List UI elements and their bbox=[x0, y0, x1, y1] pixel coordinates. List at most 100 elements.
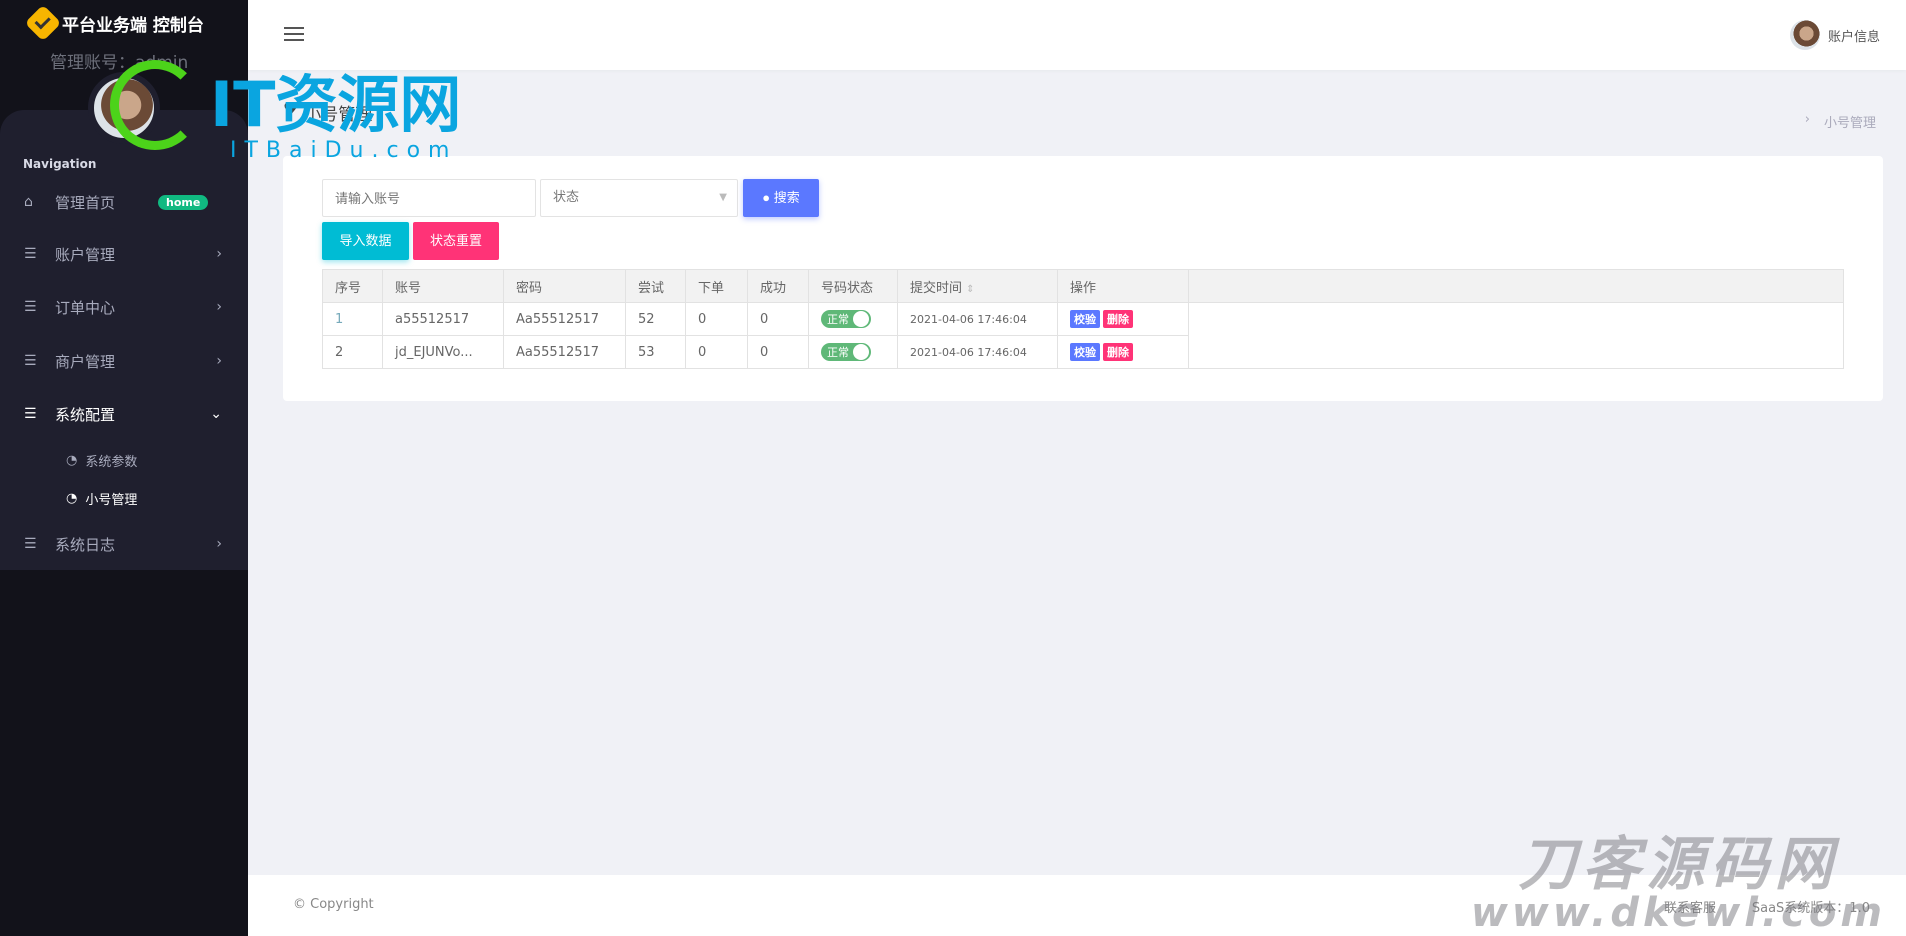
search-icon: ● bbox=[762, 190, 771, 205]
chevron-right-icon: › bbox=[216, 246, 222, 262]
column-header-empty bbox=[1188, 269, 1844, 303]
footer: © Copyright 联系客服 SaaS系统版本：1.0 bbox=[248, 875, 1906, 936]
column-header-sortable[interactable]: 提交时间 ⇕ bbox=[897, 269, 1058, 303]
sidebar-item-logs[interactable]: ☰ 系统日志 › bbox=[0, 524, 248, 564]
list-icon: ☰ bbox=[24, 299, 37, 315]
status-select-value: 状态 bbox=[553, 190, 580, 205]
list-icon: ☰ bbox=[24, 246, 37, 262]
verify-button[interactable]: 校验 bbox=[1070, 343, 1100, 361]
list-icon: ☰ bbox=[24, 406, 37, 422]
status-toggle[interactable]: 正常 bbox=[821, 343, 871, 361]
cell-no: 1 bbox=[322, 302, 383, 336]
cell-tries: 52 bbox=[625, 302, 686, 336]
user-sync-icon: ◔ bbox=[66, 491, 78, 506]
cell-success: 0 bbox=[747, 302, 809, 336]
toggle-knob bbox=[853, 311, 869, 327]
sidebar-item-label: 商户管理 bbox=[55, 352, 116, 371]
chevron-right-icon: › bbox=[216, 353, 222, 369]
cell-success: 0 bbox=[747, 335, 809, 369]
cell-orders: 0 bbox=[685, 302, 748, 336]
breadcrumb: › 小号管理 bbox=[1805, 112, 1876, 131]
column-header: 下单 bbox=[685, 269, 748, 303]
list-icon: ☰ bbox=[24, 536, 37, 552]
column-header: 序号 bbox=[322, 269, 383, 303]
cell-account: a55512517 bbox=[382, 302, 504, 336]
delete-button[interactable]: 删除 bbox=[1103, 343, 1133, 361]
sidebar-item-label: 系统日志 bbox=[55, 535, 116, 554]
search-button-label: 搜索 bbox=[773, 190, 800, 205]
contact-link[interactable]: 联系客服 bbox=[1664, 897, 1716, 916]
heart-icon: ♥ bbox=[283, 100, 299, 120]
column-header: 尝试 bbox=[625, 269, 686, 303]
avatar[interactable] bbox=[88, 72, 160, 144]
reset-status-button[interactable]: 状态重置 bbox=[413, 222, 499, 260]
column-header: 操作 bbox=[1057, 269, 1189, 303]
cell-password: Aa55512517 bbox=[503, 302, 626, 336]
sidebar-item-merchants[interactable]: ☰ 商户管理 › bbox=[0, 341, 248, 381]
chevron-right-icon: › bbox=[216, 299, 222, 315]
delete-button[interactable]: 删除 bbox=[1103, 310, 1133, 328]
copyright: © Copyright bbox=[293, 897, 374, 912]
account-search-input[interactable] bbox=[322, 179, 536, 217]
cell-no: 2 bbox=[322, 335, 383, 369]
cell-password: Aa55512517 bbox=[503, 335, 626, 369]
sidebar-subitem-accounts[interactable]: ◔ 小号管理 bbox=[66, 489, 137, 508]
column-header-label: 提交时间 bbox=[910, 280, 963, 296]
sidebar-item-orders[interactable]: ☰ 订单中心 › bbox=[0, 287, 248, 327]
sidebar-item-label: 账户管理 bbox=[55, 245, 116, 264]
admin-account: 管理账号：admin bbox=[50, 53, 189, 73]
account-menu[interactable]: 账户信息 bbox=[1789, 20, 1880, 50]
sidebar-subitem-label: 小号管理 bbox=[85, 493, 138, 508]
toggle-knob bbox=[853, 344, 869, 360]
sidebar: 平台业务端 控制台 管理账号：admin Navigation ⌂ 管理首页 hom… bbox=[0, 0, 248, 936]
cell-orders: 0 bbox=[685, 335, 748, 369]
accounts-table: 序号 账号 密码 尝试 下单 成功 号码状态 提交时间 ⇕ 操作 1 a5551… bbox=[322, 269, 1844, 369]
column-header: 密码 bbox=[503, 269, 626, 303]
home-icon: ⌂ bbox=[24, 194, 33, 210]
cell-tries: 53 bbox=[625, 335, 686, 369]
sidebar-subitem-label: 系统参数 bbox=[85, 455, 138, 470]
import-data-button[interactable]: 导入数据 bbox=[322, 222, 409, 260]
cell-actions: 校验 删除 bbox=[1057, 335, 1189, 369]
sidebar-item-label: 管理首页 bbox=[55, 193, 116, 212]
user-sync-icon: ◔ bbox=[66, 453, 78, 468]
column-header: 账号 bbox=[382, 269, 504, 303]
table-header-row: 序号 账号 密码 尝试 下单 成功 号码状态 提交时间 ⇕ 操作 bbox=[322, 269, 1844, 303]
cell-status: 正常 bbox=[808, 302, 898, 336]
list-icon: ☰ bbox=[24, 353, 37, 369]
status-toggle-label: 正常 bbox=[827, 346, 849, 359]
top-header: 账户信息 bbox=[248, 0, 1906, 70]
status-toggle[interactable]: 正常 bbox=[821, 310, 871, 328]
version-text: SaaS系统版本：1.0 bbox=[1751, 901, 1870, 916]
search-button[interactable]: ● 搜索 bbox=[743, 179, 819, 217]
page-title-text: 小号管理 bbox=[304, 105, 373, 125]
sort-icon[interactable]: ⇕ bbox=[966, 284, 974, 295]
sidebar-item-label: 系统配置 bbox=[55, 405, 116, 424]
cell-actions: 校验 删除 bbox=[1057, 302, 1189, 336]
sidebar-item-system-config[interactable]: ☰ 系统配置 ⌄ bbox=[0, 394, 248, 434]
sidebar-item-home[interactable]: ⌂ 管理首页 home bbox=[0, 182, 248, 222]
brand: 平台业务端 控制台 bbox=[24, 4, 204, 42]
sidebar-item-accounts[interactable]: ☰ 账户管理 › bbox=[0, 234, 248, 274]
nav-heading: Navigation bbox=[23, 157, 97, 171]
sidebar-item-label: 订单中心 bbox=[55, 298, 116, 317]
menu-toggle-icon[interactable] bbox=[284, 27, 304, 41]
avatar bbox=[1789, 20, 1820, 50]
home-badge: home bbox=[158, 194, 209, 210]
chevron-down-icon: ⌄ bbox=[210, 406, 222, 422]
verify-button[interactable]: 校验 bbox=[1070, 310, 1100, 328]
chevron-right-icon: › bbox=[216, 536, 222, 552]
status-select[interactable]: 状态 ▼ bbox=[540, 179, 738, 217]
cell-time: 2021-04-06 17:46:04 bbox=[897, 335, 1058, 369]
account-label: 账户信息 bbox=[1827, 29, 1880, 45]
sidebar-subitem-params[interactable]: ◔ 系统参数 bbox=[66, 451, 137, 470]
caret-down-icon: ▼ bbox=[719, 192, 727, 203]
page-title: ♥ 小号管理 bbox=[283, 100, 372, 125]
cell-status: 正常 bbox=[808, 335, 898, 369]
chevron-right-icon: › bbox=[1804, 112, 1810, 127]
logo-icon bbox=[24, 4, 62, 42]
breadcrumb-item[interactable]: 小号管理 bbox=[1824, 112, 1876, 131]
content-card: 状态 ▼ ● 搜索 导入数据 状态重置 序号 账号 密码 尝试 下单 成功 号码状… bbox=[283, 156, 1883, 401]
status-toggle-label: 正常 bbox=[827, 313, 849, 326]
table-row: 1 a55512517 Aa55512517 52 0 0 正常 2021-04… bbox=[322, 302, 1844, 369]
